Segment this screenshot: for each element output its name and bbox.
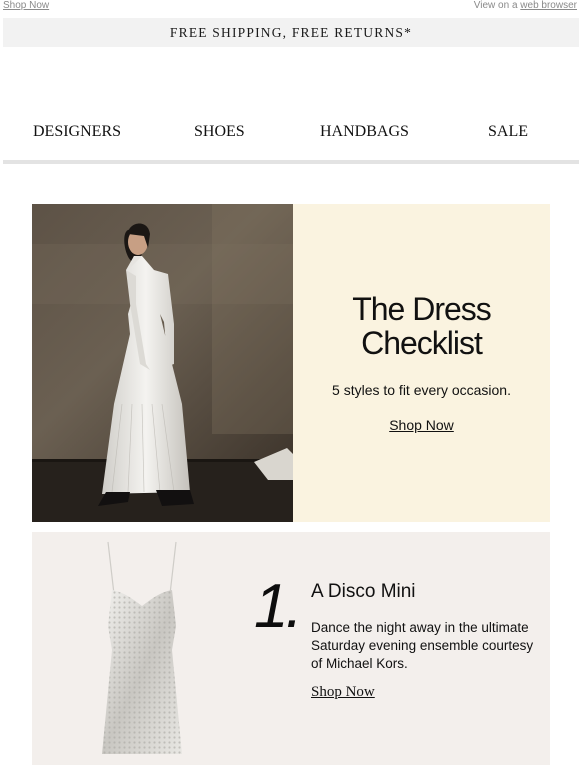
- item-shop-now-link[interactable]: Shop Now: [311, 684, 375, 701]
- shipping-banner: FREE SHIPPING, FREE RETURNS*: [3, 18, 579, 47]
- hero-text-panel: The Dress Checklist 5 styles to fit ever…: [293, 204, 550, 522]
- nav-item-sale[interactable]: SALE: [488, 123, 528, 141]
- preheader: Shop Now View on a web browser: [0, 0, 580, 14]
- item-number: 1.: [254, 572, 303, 641]
- item-title: A Disco Mini: [311, 581, 416, 602]
- hero-model-photo[interactable]: [32, 204, 293, 522]
- view-in-browser-prefix: View on a: [473, 0, 521, 11]
- hero-shop-now-link[interactable]: Shop Now: [389, 417, 454, 433]
- item-description: Dance the night away in the ultimate Sat…: [311, 620, 534, 671]
- product-card-1: 1. A Disco Mini Dance the night away in …: [32, 532, 550, 765]
- hero-title: The Dress Checklist: [293, 292, 550, 360]
- model-in-white-dress-image: [32, 204, 293, 522]
- hero-title-line-1: The Dress: [352, 291, 492, 327]
- nav-item-handbags[interactable]: HANDBAGS: [320, 123, 409, 141]
- nav-item-designers[interactable]: DESIGNERS: [33, 123, 121, 141]
- web-browser-link[interactable]: web browser: [520, 0, 577, 11]
- view-in-browser: View on a web browser: [474, 0, 577, 11]
- hero-shop-now-wrap: Shop Now: [293, 417, 550, 433]
- nav-divider: [3, 160, 579, 164]
- nav-item-shoes[interactable]: SHOES: [194, 123, 245, 141]
- disco-mini-dress-image[interactable]: [72, 540, 212, 760]
- main-nav: DESIGNERS SHOES HANDBAGS SALE: [0, 118, 580, 146]
- hero-title-line-2: Checklist: [361, 325, 483, 361]
- preheader-shop-now-link[interactable]: Shop Now: [3, 0, 49, 11]
- hero-subtitle: 5 styles to fit every occasion.: [332, 382, 511, 398]
